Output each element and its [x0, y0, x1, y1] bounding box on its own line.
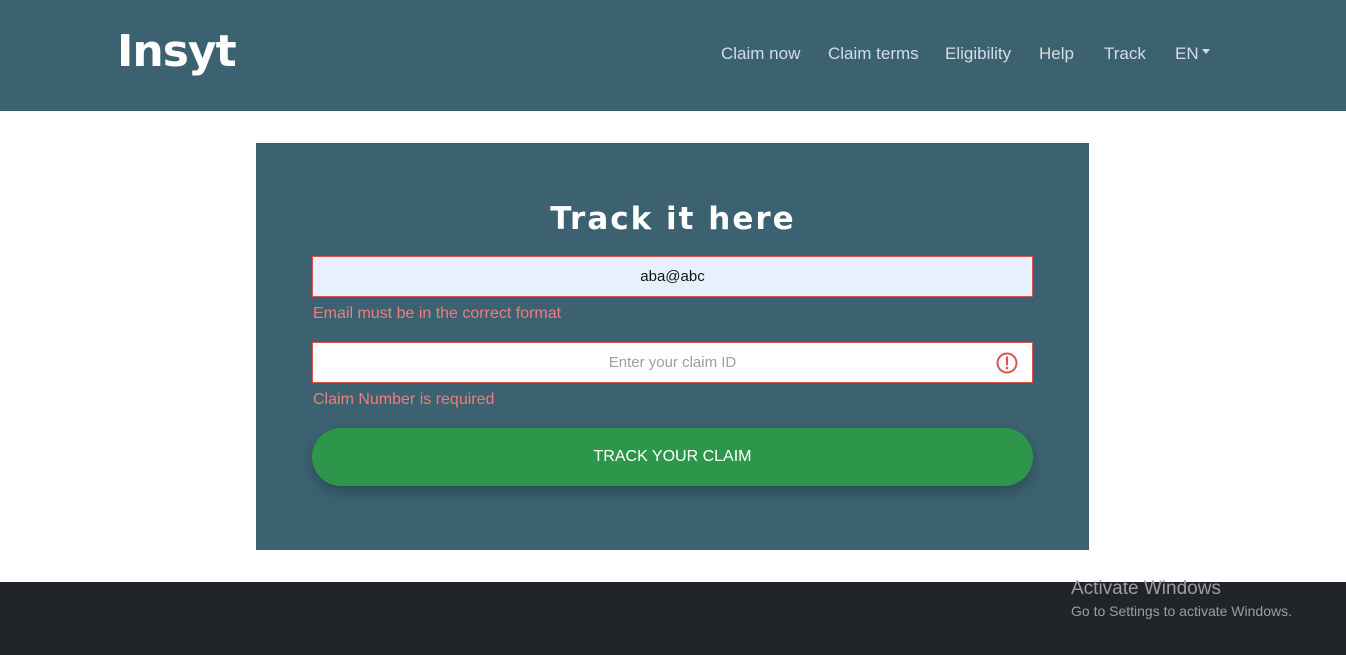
- email-input[interactable]: [313, 257, 1032, 296]
- nav-claim-now[interactable]: Claim now: [721, 43, 800, 65]
- claim-id-error-message: Claim Number is required: [313, 391, 495, 408]
- nav-claim-terms[interactable]: Claim terms: [828, 43, 919, 65]
- claim-id-field[interactable]: [312, 342, 1033, 383]
- language-dropdown[interactable]: EN: [1175, 43, 1210, 65]
- nav-help[interactable]: Help: [1039, 43, 1074, 65]
- nav-eligibility[interactable]: Eligibility: [945, 43, 1011, 65]
- email-field[interactable]: [312, 256, 1033, 297]
- track-title: Track it here: [550, 201, 796, 237]
- watermark-title: Activate Windows: [1071, 578, 1221, 599]
- claim-id-input[interactable]: [313, 343, 1032, 382]
- watermark-subtitle: Go to Settings to activate Windows.: [1071, 603, 1292, 619]
- nav-track[interactable]: Track: [1104, 43, 1146, 65]
- exclamation-circle-icon: [996, 352, 1018, 374]
- email-error-message: Email must be in the correct format: [313, 305, 562, 322]
- track-claim-button[interactable]: TRACK YOUR CLAIM: [312, 428, 1033, 486]
- main-nav: Claim now Claim terms Eligibility Help T…: [0, 43, 1346, 65]
- language-label: EN: [1175, 44, 1199, 63]
- caret-down-icon: [1201, 49, 1210, 55]
- windows-activation-watermark: Activate Windows Go to Settings to activ…: [1071, 578, 1292, 621]
- top-navbar: Insyt Claim now Claim terms Eligibility …: [0, 0, 1346, 111]
